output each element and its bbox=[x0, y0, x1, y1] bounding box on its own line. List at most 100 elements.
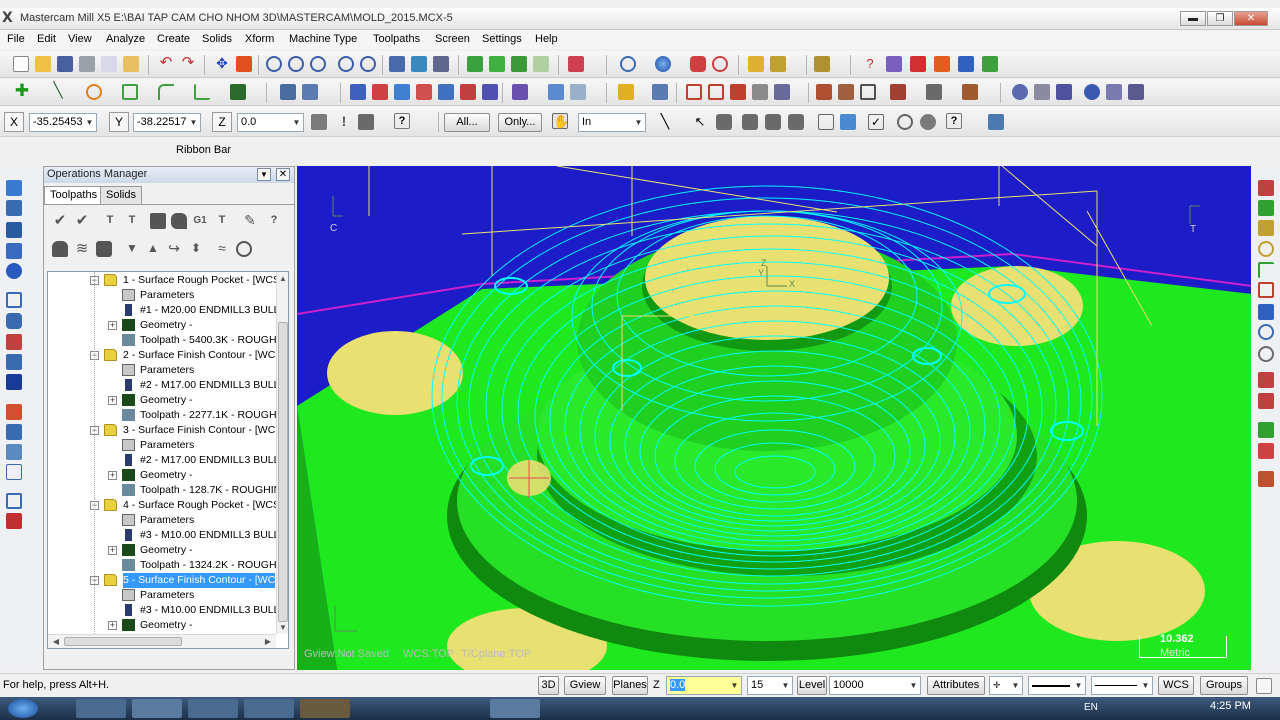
view-front-icon[interactable] bbox=[489, 56, 505, 72]
select-only-button[interactable]: Only... bbox=[498, 113, 542, 132]
view-top-icon[interactable] bbox=[467, 56, 483, 72]
status-extra-icon[interactable] bbox=[1256, 678, 1272, 694]
backplot-ops-icon[interactable] bbox=[150, 213, 166, 229]
solid-pattern-icon[interactable] bbox=[1128, 84, 1144, 100]
end-selection-icon[interactable] bbox=[920, 114, 936, 130]
operation-child-node[interactable]: Parameters bbox=[48, 288, 276, 303]
select-pointer-icon[interactable]: ↖ bbox=[692, 114, 708, 130]
create-rectangle-icon[interactable] bbox=[122, 84, 138, 100]
single-display-icon[interactable]: ≈ bbox=[214, 241, 230, 257]
selection-help-icon[interactable]: ? bbox=[946, 113, 962, 129]
select-face-icon[interactable] bbox=[840, 114, 856, 130]
z-coordinate-field[interactable]: 0.0 ▼ bbox=[237, 113, 304, 132]
tree-vertical-scrollbar[interactable]: ▲ ▼ bbox=[276, 272, 288, 634]
blank-icon[interactable] bbox=[411, 56, 427, 72]
ribbon-help-icon[interactable]: ? bbox=[394, 113, 410, 129]
close-button[interactable]: ✕ bbox=[1234, 11, 1268, 26]
view-right-icon[interactable] bbox=[511, 56, 527, 72]
print-preview-icon[interactable] bbox=[101, 56, 117, 72]
verify-ops-icon[interactable] bbox=[171, 213, 187, 229]
chain-line-icon[interactable]: ╲ bbox=[657, 114, 673, 130]
create-line-icon[interactable]: ╲ bbox=[50, 83, 66, 100]
right-tool-1-icon[interactable] bbox=[1258, 180, 1274, 196]
post-ops-icon[interactable]: G1 bbox=[192, 213, 208, 229]
operation-child-node[interactable]: + Geometry - bbox=[48, 618, 276, 633]
xform-translate-icon[interactable] bbox=[350, 84, 366, 100]
point-style-select[interactable]: ✛ ▼ bbox=[989, 676, 1023, 695]
minimize-button[interactable]: ▬ bbox=[1180, 11, 1206, 26]
right-tool-11-icon[interactable] bbox=[1258, 393, 1274, 409]
repaint-icon[interactable] bbox=[236, 56, 252, 72]
taskbar-app-3[interactable] bbox=[188, 699, 238, 718]
hidden-line-icon[interactable] bbox=[712, 56, 728, 72]
post-icon[interactable] bbox=[958, 56, 974, 72]
expand-toggle-icon[interactable]: + bbox=[108, 621, 117, 630]
menu-file[interactable]: File bbox=[7, 33, 25, 45]
select-polygon-icon[interactable] bbox=[742, 114, 758, 130]
pan-icon[interactable]: ✥ bbox=[214, 56, 230, 72]
taskbar-language[interactable]: EN bbox=[1084, 702, 1098, 713]
color-select[interactable]: 15 ▼ bbox=[747, 676, 793, 695]
view-iso-icon[interactable] bbox=[533, 56, 549, 72]
solid-layout-icon[interactable] bbox=[1106, 84, 1122, 100]
surface-sweep-icon[interactable] bbox=[774, 84, 790, 100]
ops-help-icon[interactable]: ? bbox=[266, 213, 282, 229]
create-point-icon[interactable]: ✚ bbox=[14, 82, 30, 100]
left-tool-10-icon[interactable] bbox=[6, 374, 22, 390]
operation-child-node[interactable]: #1 - M20.00 ENDMILL3 BULL bbox=[48, 303, 279, 318]
right-tool-4-icon[interactable] bbox=[1258, 241, 1274, 257]
right-tool-10-icon[interactable] bbox=[1258, 372, 1274, 388]
verify-selection-icon[interactable]: ✓ bbox=[868, 114, 884, 130]
operation-child-node[interactable]: #3 - M10.00 ENDMILL3 BULL bbox=[48, 603, 279, 618]
regen-dirty-icon[interactable]: T bbox=[124, 213, 140, 229]
wireframe-sphere-icon[interactable] bbox=[620, 56, 636, 72]
menu-settings[interactable]: Settings bbox=[482, 33, 522, 45]
taskbar-app-5[interactable] bbox=[300, 699, 350, 718]
expand-toggle-icon[interactable]: + bbox=[108, 546, 117, 555]
move-insert-up-icon[interactable]: ▲ bbox=[145, 241, 161, 257]
dimension-icon[interactable] bbox=[512, 84, 528, 100]
right-tool-7-icon[interactable] bbox=[1258, 304, 1274, 320]
translucent-icon[interactable] bbox=[690, 56, 706, 72]
taskbar-app-mastercam[interactable] bbox=[490, 699, 540, 718]
backplot-icon[interactable] bbox=[910, 56, 926, 72]
right-tool-12-icon[interactable] bbox=[1258, 422, 1274, 438]
operation-child-node[interactable]: #2 - M17.00 ENDMILL3 BULL bbox=[48, 378, 279, 393]
menu-solids[interactable]: Solids bbox=[202, 33, 232, 45]
line-style-select[interactable]: ▼ bbox=[1028, 676, 1086, 695]
right-tool-3-icon[interactable] bbox=[1258, 220, 1274, 236]
operation-node[interactable]: −5 - Surface Finish Contour - [WC bbox=[48, 573, 276, 588]
solid-fillet-icon[interactable] bbox=[962, 84, 978, 100]
operation-node[interactable]: −2 - Surface Finish Contour - [WC bbox=[48, 348, 276, 363]
operation-child-node[interactable]: Toolpath - 2277.1K - ROUGH bbox=[48, 408, 277, 423]
operation-child-node[interactable]: + Geometry - bbox=[48, 318, 276, 333]
line-width-select[interactable]: ▼ bbox=[1091, 676, 1153, 695]
left-tool-9-icon[interactable] bbox=[6, 354, 22, 370]
create-arc-icon[interactable] bbox=[86, 84, 102, 100]
tree-hscroll-thumb[interactable] bbox=[64, 637, 182, 646]
operation-child-node[interactable]: Toolpath - 5400.3K - ROUGH bbox=[48, 333, 277, 348]
btn-gview[interactable]: Gview bbox=[564, 676, 606, 695]
solid-boolean-icon[interactable] bbox=[1034, 84, 1050, 100]
solid-revolve-icon[interactable] bbox=[926, 84, 942, 100]
panel-menu-button[interactable]: ▼ bbox=[257, 168, 271, 181]
unzoom-previous-icon[interactable] bbox=[338, 56, 354, 72]
surface-fillet-icon[interactable] bbox=[816, 84, 832, 100]
zoom-target-icon[interactable] bbox=[310, 56, 326, 72]
expand-toggle-icon[interactable]: + bbox=[108, 471, 117, 480]
btn-wcs[interactable]: WCS bbox=[1158, 676, 1194, 695]
menu-help[interactable]: Help bbox=[535, 33, 558, 45]
xform-array-icon[interactable] bbox=[482, 84, 498, 100]
select-dirty-ops-icon[interactable]: ✔ bbox=[74, 213, 90, 229]
delete-icon[interactable] bbox=[814, 56, 830, 72]
right-tool-13-icon[interactable] bbox=[1258, 443, 1274, 459]
start-button-icon[interactable] bbox=[8, 699, 38, 718]
xform-project-icon[interactable] bbox=[460, 84, 476, 100]
z-depth-field[interactable]: 0.0 ▼ bbox=[666, 676, 742, 695]
left-tool-1-icon[interactable] bbox=[6, 180, 22, 196]
left-tool-5-icon[interactable] bbox=[6, 263, 22, 279]
left-tool-14-icon[interactable] bbox=[6, 464, 22, 480]
operation-child-node[interactable]: Parameters bbox=[48, 438, 276, 453]
tree-horizontal-scrollbar[interactable]: ◀ ▶ bbox=[48, 634, 276, 648]
trim-break-icon[interactable] bbox=[280, 84, 296, 100]
